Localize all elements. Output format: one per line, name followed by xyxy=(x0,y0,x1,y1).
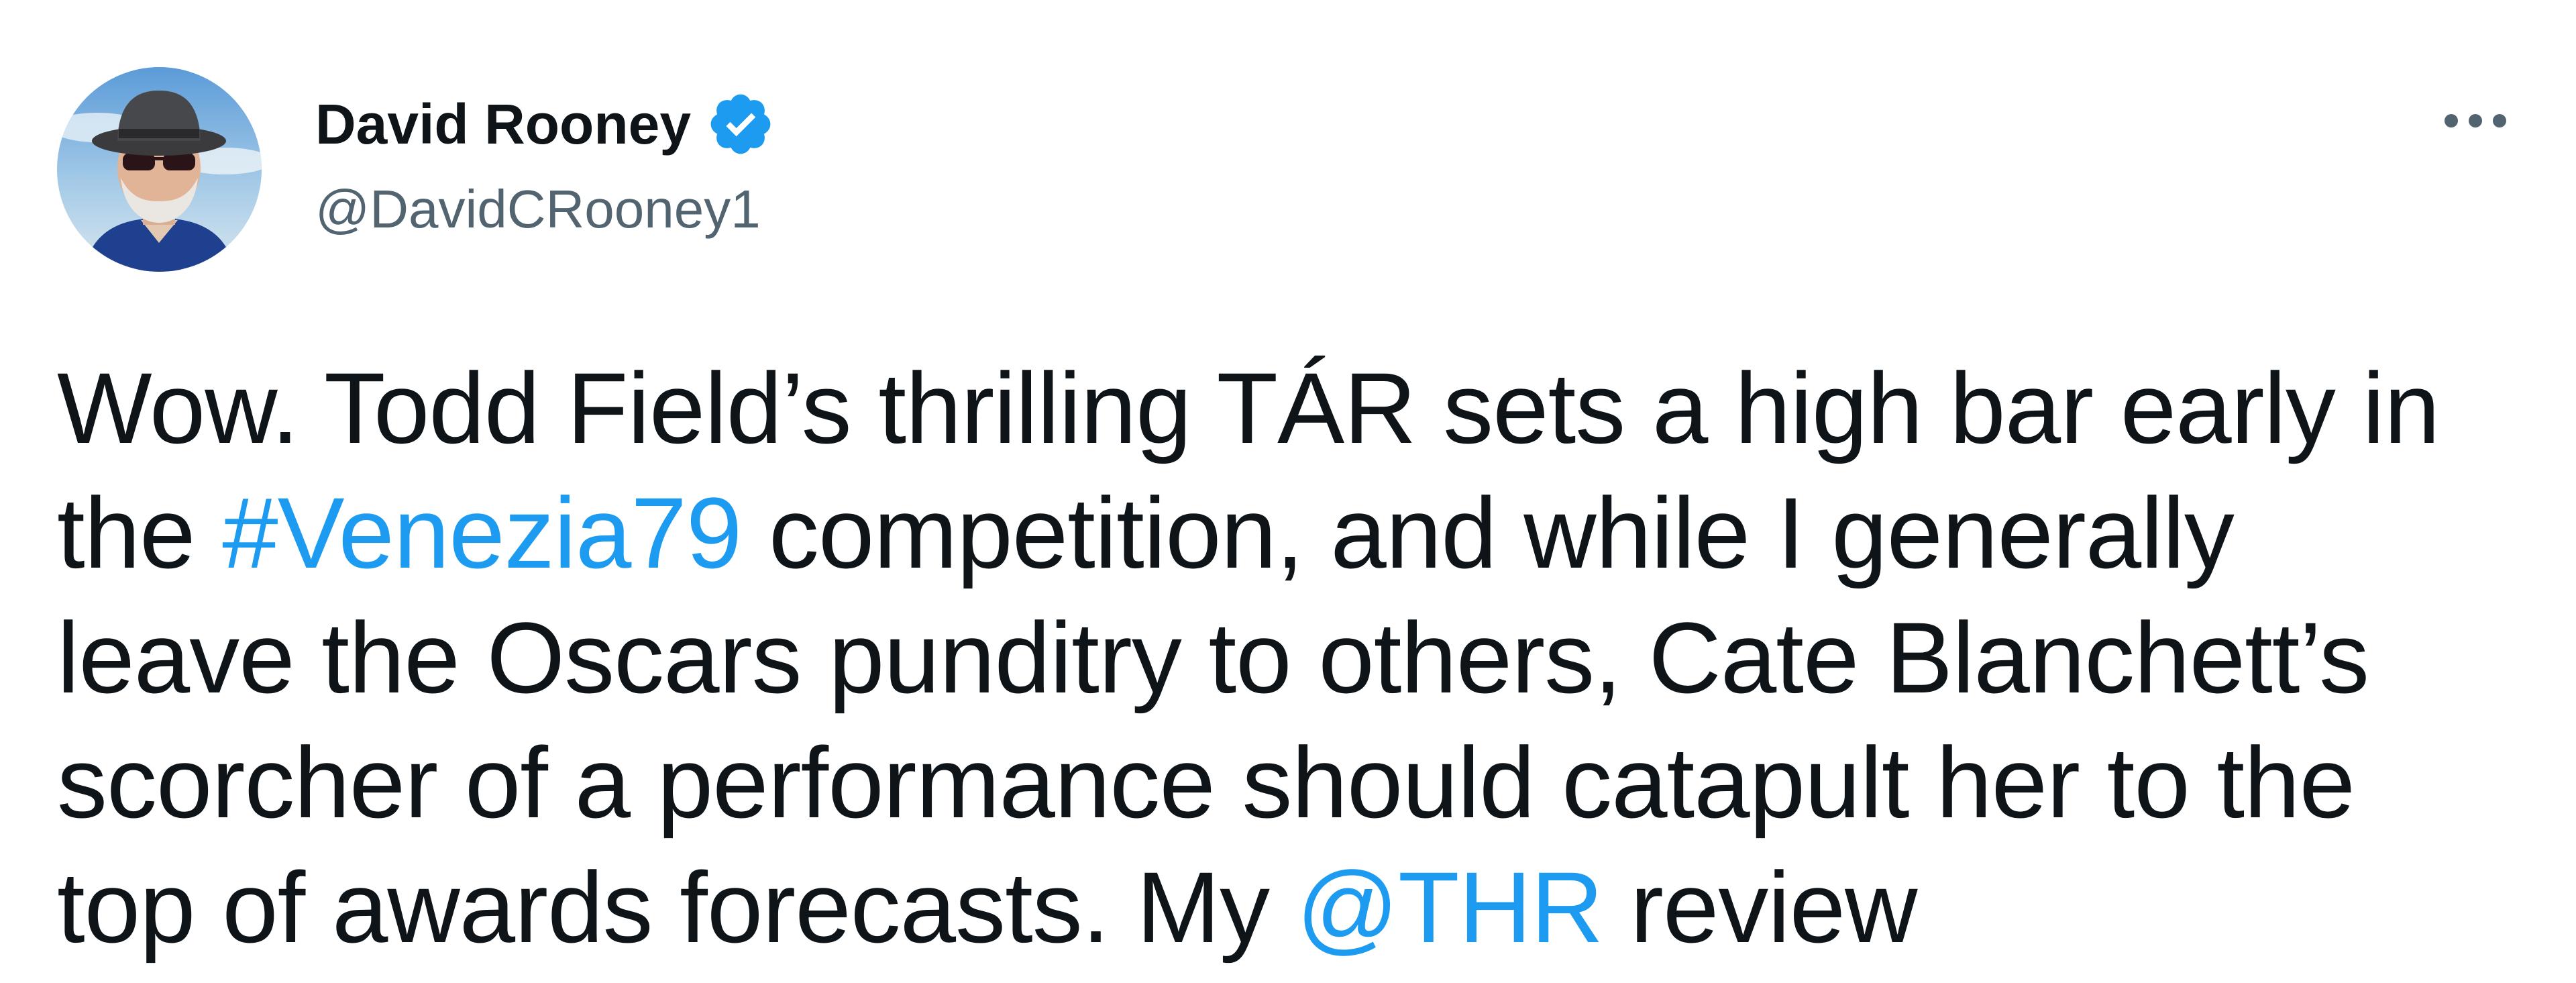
mention-link[interactable]: @THR xyxy=(1297,851,1604,964)
tweet-text-segment: review xyxy=(1603,851,1917,964)
tweet-text-segment: the xyxy=(57,476,223,589)
tweet-line-1: Wow. Todd Field’s thrilling TÁR sets a h… xyxy=(57,352,2440,464)
verified-badge-icon xyxy=(706,89,775,159)
author-name-row: David Rooney xyxy=(315,87,775,161)
hashtag-link[interactable]: #Venezia79 xyxy=(222,476,742,589)
tweet-line-5: top of awards forecasts. My @THR review xyxy=(57,845,2553,970)
tweet-text: Wow. Todd Field’s thrilling TÁR sets a h… xyxy=(57,346,2553,970)
display-name[interactable]: David Rooney xyxy=(315,87,691,161)
more-options-icon xyxy=(2445,114,2506,127)
tweet-text-segment: competition, and while I generally xyxy=(741,476,2235,589)
tweet-line-3: leave the Oscars punditry to others, Cat… xyxy=(57,601,2369,714)
tweet-text-segment: top of awards forecasts. My xyxy=(57,851,1297,964)
tweet-card: David Rooney @DavidCRooney1 Wow. Todd Fi… xyxy=(0,0,2576,983)
tweet-line-2: the #Venezia79 competition, and while I … xyxy=(57,470,2553,595)
author-handle[interactable]: @DavidCRooney1 xyxy=(315,176,761,243)
tweet-line-4: scorcher of a performance should catapul… xyxy=(57,726,2355,839)
more-options-button[interactable] xyxy=(2428,94,2522,148)
avatar[interactable] xyxy=(57,67,262,272)
